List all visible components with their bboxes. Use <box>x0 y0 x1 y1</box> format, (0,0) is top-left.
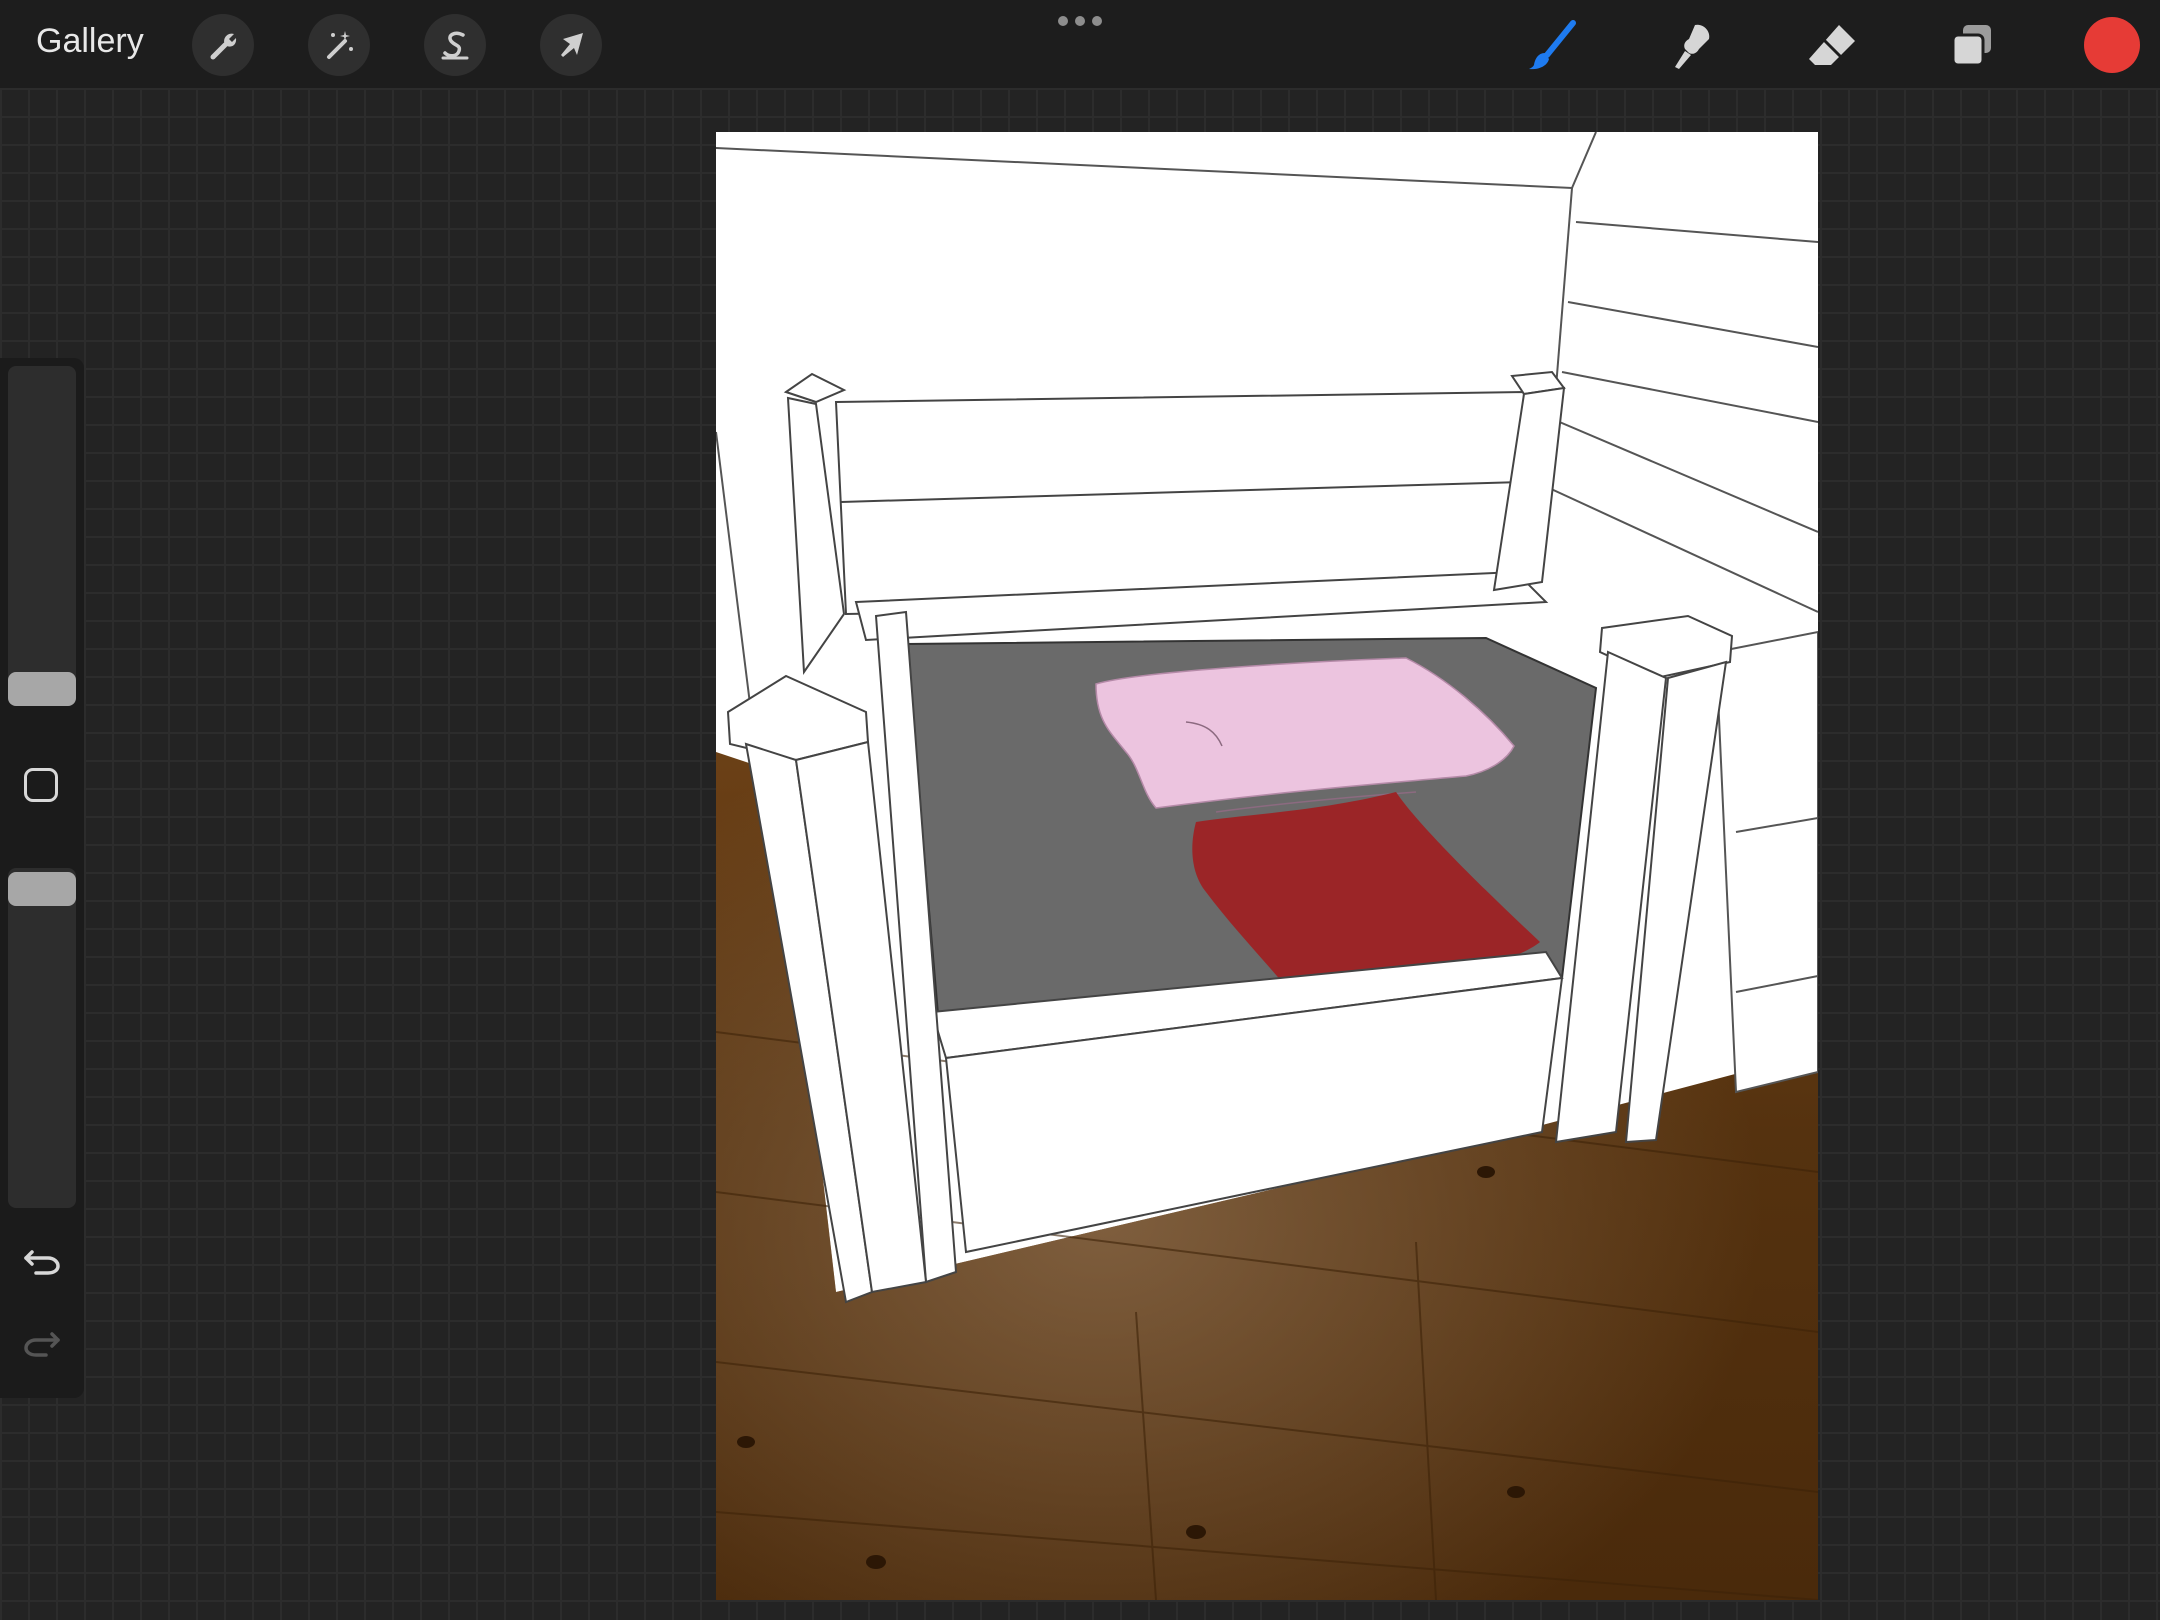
color-picker-button[interactable] <box>2084 17 2140 73</box>
adjustments-button[interactable] <box>308 14 370 76</box>
selection-button[interactable] <box>424 14 486 76</box>
arrow-cursor-icon <box>561 33 583 57</box>
layers-icon <box>1951 25 1991 67</box>
layers-tool-button[interactable] <box>1940 14 2004 78</box>
gallery-button[interactable]: Gallery <box>36 22 144 61</box>
smudge-tool-button[interactable] <box>1660 14 1724 78</box>
selection-s-icon <box>441 31 469 60</box>
undo-icon[interactable] <box>20 1238 64 1282</box>
brush-icon <box>1529 20 1576 70</box>
bench-back <box>834 390 1549 642</box>
redo-icon[interactable] <box>20 1324 64 1368</box>
wrench-icon <box>210 33 237 60</box>
drawing-canvas[interactable] <box>716 132 1818 1600</box>
actions-button[interactable] <box>192 14 254 76</box>
left-sidebar <box>0 358 84 1398</box>
eraser-tool-button[interactable] <box>1800 14 1864 78</box>
opacity-slider[interactable] <box>8 868 76 1208</box>
top-toolbar: Gallery <box>0 0 2160 88</box>
more-dots-icon[interactable] <box>1056 14 1104 28</box>
eraser-icon <box>1809 25 1855 65</box>
brush-size-slider[interactable] <box>8 366 76 696</box>
smudge-icon <box>1675 24 1710 69</box>
opacity-handle[interactable] <box>8 872 76 906</box>
brush-tool-button[interactable] <box>1520 14 1584 78</box>
brush-size-handle[interactable] <box>8 672 76 706</box>
magic-wand-icon <box>327 31 353 59</box>
square-modify-icon[interactable] <box>24 768 58 802</box>
transform-button[interactable] <box>540 14 602 76</box>
